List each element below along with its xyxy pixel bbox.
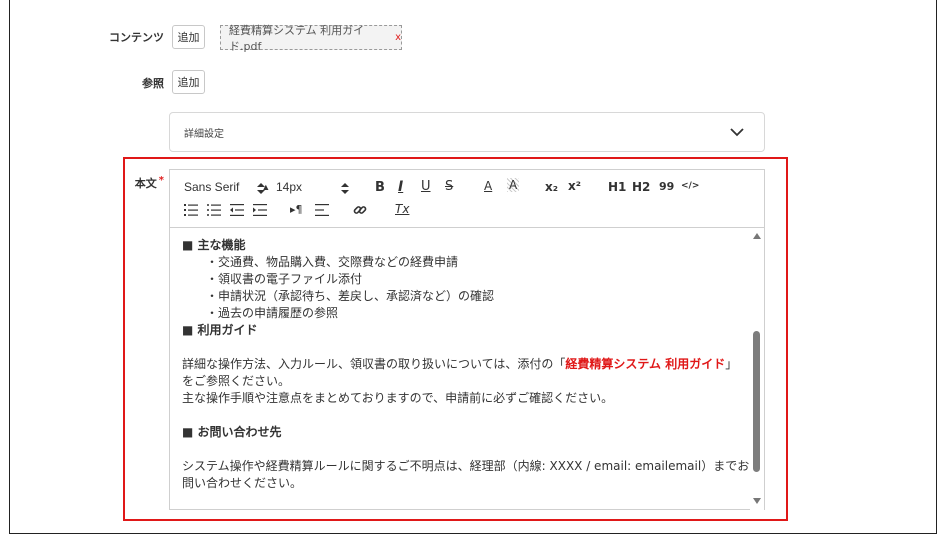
- reference-label: 参照: [142, 77, 164, 90]
- remove-attachment-icon[interactable]: x: [395, 32, 401, 43]
- highlight-box: [123, 157, 788, 521]
- attachment-chip[interactable]: 経費精算システム 利用ガイド.pdf x: [220, 24, 402, 53]
- attachment-filename[interactable]: 経費精算システム 利用ガイド.pdf: [229, 22, 387, 54]
- chevron-down-icon[interactable]: [730, 125, 744, 139]
- contents-add-button[interactable]: 追加: [172, 25, 205, 49]
- details-label: 詳細設定: [184, 128, 224, 140]
- contents-label: コンテンツ: [109, 31, 164, 44]
- details-accordion[interactable]: 詳細設定: [169, 112, 765, 152]
- reference-add-button[interactable]: 追加: [172, 70, 205, 94]
